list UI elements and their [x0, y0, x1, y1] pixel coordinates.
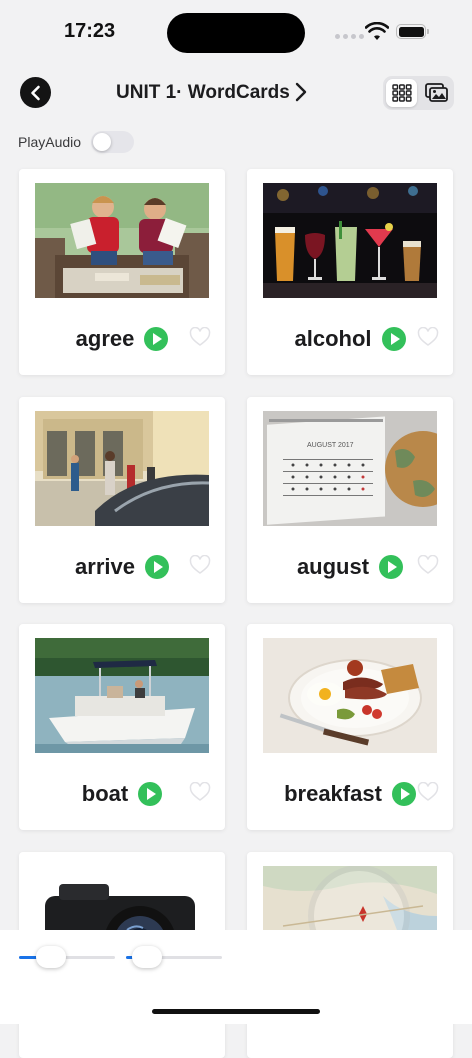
- heart-icon[interactable]: [189, 555, 211, 575]
- word-label: arrive: [75, 554, 135, 579]
- status-bar: 17:23: [0, 0, 472, 64]
- page-title[interactable]: UNIT 1· WordCards: [116, 82, 290, 104]
- home-indicator: [152, 1009, 320, 1014]
- switch-knob: [93, 133, 111, 151]
- students-walking-photo: [35, 411, 209, 526]
- image-size-slider[interactable]: [126, 946, 222, 968]
- play-audio-button[interactable]: [144, 555, 169, 579]
- slider-thumb[interactable]: [132, 946, 162, 968]
- word-label: alcohol: [294, 326, 372, 351]
- play-audio-button[interactable]: [144, 327, 169, 351]
- card-image: AUGUST 2017: [263, 411, 437, 526]
- play-audio-label: PlayAudio: [18, 134, 82, 150]
- status-time: 17:23: [64, 20, 116, 42]
- heart-icon[interactable]: [189, 782, 211, 802]
- view-mode-toggle: [383, 76, 454, 110]
- back-button[interactable]: [20, 77, 51, 108]
- calendar-globe-photo: AUGUST 2017: [263, 411, 437, 526]
- word-card[interactable]: agree: [19, 169, 225, 375]
- heart-icon[interactable]: [417, 782, 439, 802]
- grid-icon: [391, 84, 412, 102]
- heart-icon[interactable]: [417, 327, 439, 347]
- play-audio-button[interactable]: [381, 327, 406, 351]
- heart-icon[interactable]: [417, 555, 439, 575]
- battery-icon: [396, 24, 429, 39]
- card-image: [35, 183, 209, 298]
- word-label: august: [296, 554, 370, 579]
- card-image: [263, 183, 437, 298]
- grid-view-button[interactable]: [386, 79, 417, 107]
- image-view-button[interactable]: [421, 79, 452, 107]
- cocktail-glasses-photo: [263, 183, 437, 298]
- word-card[interactable]: alcohol: [247, 169, 453, 375]
- card-image: [35, 411, 209, 526]
- heart-icon[interactable]: [189, 327, 211, 347]
- card-image: [263, 638, 437, 753]
- word-card[interactable]: boat: [19, 624, 225, 830]
- word-card[interactable]: arrive: [19, 397, 225, 603]
- wifi-icon: [365, 22, 389, 40]
- play-audio-button[interactable]: [379, 555, 404, 579]
- two-students-reading-photo: [35, 183, 209, 298]
- word-card[interactable]: breakfast: [247, 624, 453, 830]
- card-image: [35, 638, 209, 753]
- chevron-left-icon: [30, 85, 40, 100]
- motorboat-photo: [35, 638, 209, 753]
- slider-thumb[interactable]: [36, 946, 66, 968]
- cellular-signal-icon: [335, 34, 364, 39]
- word-card[interactable]: AUGUST 2017 august: [247, 397, 453, 603]
- breakfast-plate-photo: [263, 638, 437, 753]
- word-label: boat: [81, 781, 129, 806]
- dynamic-island: [167, 13, 305, 53]
- play-audio-button[interactable]: [138, 782, 163, 806]
- chevron-right-icon[interactable]: [294, 81, 308, 103]
- word-label: agree: [75, 326, 135, 351]
- play-audio-switch[interactable]: [91, 131, 134, 153]
- play-audio-button[interactable]: [391, 782, 416, 806]
- word-label: breakfast: [284, 781, 382, 806]
- text-size-slider[interactable]: [19, 946, 115, 968]
- svg-text:AUGUST 2017: AUGUST 2017: [307, 442, 354, 449]
- images-icon: [424, 83, 448, 102]
